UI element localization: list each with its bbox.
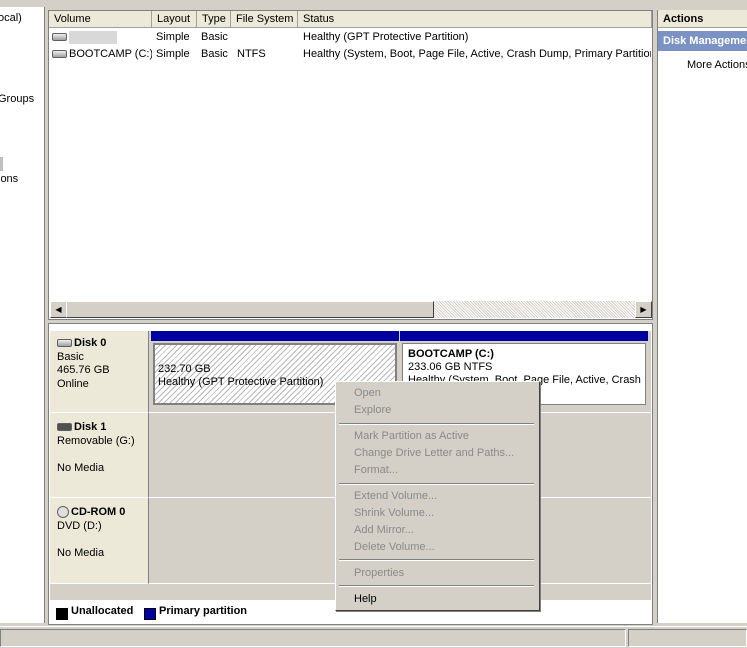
disk-0-label[interactable]: Disk 0 Basic 465.76 GB Online: [50, 331, 149, 413]
menu-item-extend-volume[interactable]: Extend Volume...: [354, 488, 437, 504]
primary-partition-swatch: [144, 608, 156, 620]
col-header-type[interactable]: Type: [197, 11, 231, 28]
menu-item-add-mirror[interactable]: Add Mirror...: [354, 522, 414, 538]
more-actions-link[interactable]: More Actions: [687, 59, 747, 71]
menu-item-change-drive-letter[interactable]: Change Drive Letter and Paths...: [354, 445, 514, 461]
scrollbar-track[interactable]: [434, 301, 635, 318]
row-type: Basic: [201, 48, 228, 60]
menu-separator: [339, 483, 534, 485]
cd-drive-icon: [57, 506, 69, 519]
status-panel-main: [0, 629, 626, 647]
disk-1-state: No Media: [57, 462, 105, 474]
row-layout: Simple: [156, 31, 190, 43]
row-layout: Simple: [156, 48, 190, 60]
row-status: Healthy (System, Boot, Page File, Active…: [303, 48, 651, 60]
legend-unallocated: Unallocated: [71, 605, 134, 617]
row-status: Healthy (GPT Protective Partition): [303, 31, 469, 43]
menu-item-explore[interactable]: Explore: [354, 402, 391, 418]
menu-item-mark-active[interactable]: Mark Partition as Active: [354, 428, 469, 444]
status-bar: [0, 626, 747, 648]
tree-item-local[interactable]: ocal): [0, 12, 22, 24]
scroll-right-button[interactable]: ▶: [635, 301, 652, 318]
primary-partition-bar: [151, 331, 399, 341]
col-header-filesystem[interactable]: File System: [231, 11, 298, 28]
col-header-status[interactable]: Status: [298, 11, 652, 28]
volume-list: Volume Layout Type File System Status Si…: [48, 10, 653, 320]
menu-item-shrink-volume[interactable]: Shrink Volume...: [354, 505, 434, 521]
tree-selection-marker: [0, 157, 3, 171]
console-tree: ocal) Groups ions: [0, 7, 45, 623]
cdrom-0-type: DVD (D:): [57, 520, 102, 532]
tree-item-ions[interactable]: ions: [0, 173, 18, 185]
disk-1-type: Removable (G:): [57, 435, 135, 447]
volume-name-redacted: [69, 30, 117, 44]
context-menu: Open Explore Mark Partition as Active Ch…: [335, 381, 540, 611]
disk-1-title: Disk 1: [57, 421, 106, 433]
actions-section-disk-management[interactable]: Disk Management: [658, 31, 747, 51]
partition-size: 233.06 GB NTFS: [408, 361, 493, 373]
table-row[interactable]: [52, 29, 152, 46]
partition-status: Healthy (GPT Protective Partition): [158, 376, 324, 388]
menu-separator: [339, 423, 534, 425]
partition-name: BOOTCAMP (C:): [408, 348, 494, 360]
horizontal-scrollbar[interactable]: ◀ ▶: [50, 301, 652, 318]
cdrom-0-title: CD-ROM 0: [57, 506, 125, 519]
row-type: Basic: [201, 31, 228, 43]
disk-0-title: Disk 0: [57, 337, 106, 349]
menu-item-delete-volume[interactable]: Delete Volume...: [354, 539, 435, 555]
disk-0-size: 465.76 GB: [57, 364, 110, 376]
menu-item-properties[interactable]: Properties: [354, 565, 404, 581]
hard-disk-icon: [57, 339, 72, 348]
scrollbar-thumb[interactable]: [66, 301, 434, 318]
removable-disk-icon: [57, 423, 72, 432]
drive-icon: [52, 50, 67, 59]
menu-item-format[interactable]: Format...: [354, 462, 398, 478]
status-panel-right: [628, 629, 747, 647]
disk-0-state: Online: [57, 378, 89, 390]
menu-item-help[interactable]: Help: [354, 591, 377, 607]
tree-item-groups[interactable]: Groups: [0, 93, 34, 105]
actions-header: Actions: [658, 10, 747, 28]
unallocated-swatch: [56, 608, 68, 620]
menu-item-open[interactable]: Open: [354, 385, 381, 401]
disk-1-label[interactable]: Disk 1 Removable (G:) No Media: [50, 413, 149, 498]
menu-separator: [339, 559, 534, 561]
cdrom-0-label[interactable]: CD-ROM 0 DVD (D:) No Media: [50, 498, 149, 584]
cdrom-0-state: No Media: [57, 547, 105, 559]
disk-0-type: Basic: [57, 351, 84, 363]
primary-partition-bar: [400, 331, 648, 341]
menu-separator: [339, 585, 534, 587]
drive-icon: [52, 33, 67, 42]
partition-size: 232.70 GB: [158, 363, 211, 375]
col-header-layout[interactable]: Layout: [152, 11, 197, 28]
table-row[interactable]: BOOTCAMP (C:): [52, 46, 152, 63]
legend-primary-partition: Primary partition: [159, 605, 248, 617]
actions-pane: Actions Disk Management More Actions: [657, 10, 747, 623]
col-header-volume[interactable]: Volume: [49, 11, 152, 28]
volume-name: BOOTCAMP (C:): [69, 48, 152, 60]
row-filesystem: NTFS: [237, 48, 266, 60]
scroll-left-button[interactable]: ◀: [50, 301, 67, 318]
